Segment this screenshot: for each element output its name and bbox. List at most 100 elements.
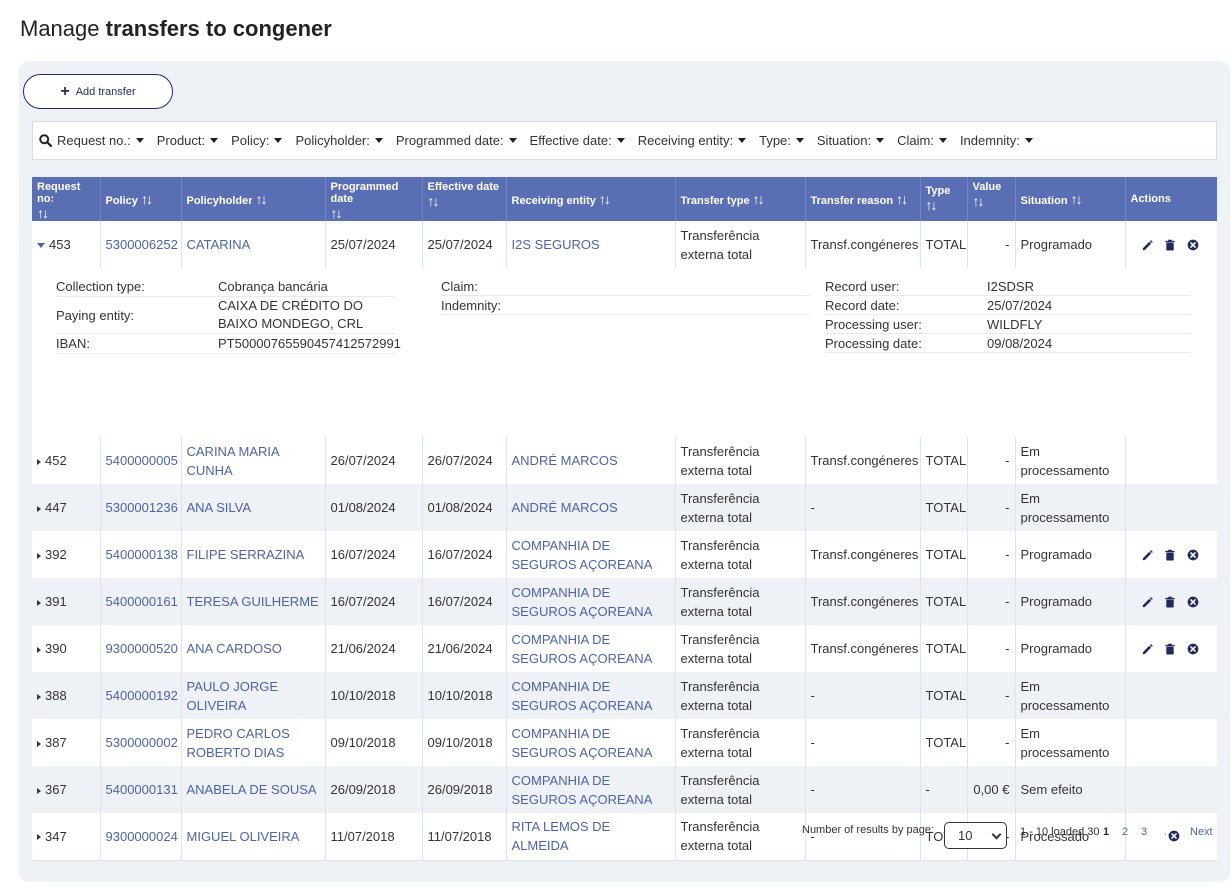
pencil-icon[interactable] [1141,549,1153,561]
caret-right-icon[interactable] [37,740,41,747]
sort-icon[interactable]: ↑↓ [428,193,440,209]
trash-icon[interactable] [1164,596,1176,608]
table-row[interactable]: 392 5400000138 FILIPE SERRAZINA 16/07/2024 1… [32,531,1217,578]
request-cell[interactable]: 387 [32,719,100,766]
column-header[interactable]: Value ↑↓ [966,177,1015,221]
caret-down-icon[interactable] [37,243,45,249]
table-row[interactable]: 367 5400000131 ANABELA DE SOUSA 26/09/2018 2… [32,766,1217,813]
policy-link[interactable]: 5400000005 [106,453,178,468]
filter-6[interactable]: Effective date: [530,133,625,148]
filter-8[interactable]: Type: [759,133,804,148]
table-row[interactable]: 453 5300006252 CATARINA 25/07/2024 25/07/202… [32,221,1217,268]
policy-link[interactable]: 5400000131 [106,782,178,797]
add-transfer-button[interactable]: + Add transfer [23,74,173,109]
pencil-icon[interactable] [1141,643,1153,655]
policy-link[interactable]: 5300006252 [106,237,178,252]
filter-9[interactable]: Situation: [817,133,885,148]
request-cell[interactable]: 388 [32,672,100,719]
receiving-entity-link[interactable]: COMPANHIA DE SEGUROS AÇOREANA [512,679,653,713]
filter-3[interactable]: Policy: [231,133,283,148]
receiving-entity-link[interactable]: ANDRÉ MARCOS [512,453,618,468]
policyholder-link[interactable]: ANABELA DE SOUSA [187,782,317,797]
table-row[interactable]: 452 5400000005 CARINA MARIA CUNHA 26/07/202… [32,437,1217,484]
column-header[interactable]: Effective date ↑↓ [421,177,506,221]
request-cell[interactable]: 453 [32,221,100,268]
page-2-link[interactable]: 2 [1122,826,1128,838]
policyholder-link[interactable]: PEDRO CARLOS ROBERTO DIAS [187,726,290,760]
caret-right-icon[interactable] [37,552,41,559]
policy-link[interactable]: 5400000138 [106,547,178,562]
sort-icon[interactable]: ↑↓ [37,205,49,221]
policyholder-link[interactable]: CARINA MARIA CUNHA [187,444,279,478]
sort-icon[interactable]: ↑↓ [753,191,765,207]
close-circle-icon[interactable] [1187,596,1199,608]
column-header[interactable]: Type ↑↓ [919,177,967,221]
trash-icon[interactable] [1164,643,1176,655]
column-header[interactable]: Request no: ↑↓ [32,177,100,221]
filter-1[interactable]: Request no.: [39,133,144,148]
page-size-select[interactable]: 10 [944,822,1007,849]
sort-icon[interactable]: ↑↓ [331,205,343,221]
detail-value[interactable]: CAIXA DE CRÉDITO DO BAIXO MONDEGO, CRL [218,297,395,333]
receiving-entity-link[interactable]: COMPANHIA DE SEGUROS AÇOREANA [512,585,653,619]
receiving-entity-link[interactable]: COMPANHIA DE SEGUROS AÇOREANA [512,632,653,666]
sort-icon[interactable]: ↑↓ [256,191,268,207]
pencil-icon[interactable] [1141,239,1153,251]
table-row[interactable]: 387 5300000002 PEDRO CARLOS ROBERTO DIAS 09… [32,719,1217,766]
policyholder-link[interactable]: TERESA GUILHERME [187,594,319,609]
caret-right-icon[interactable] [37,599,41,606]
sort-icon[interactable]: ↑↓ [599,191,611,207]
caret-right-icon[interactable] [37,458,41,465]
sort-icon[interactable]: ↑↓ [973,193,985,209]
filter-4[interactable]: Policyholder: [295,133,383,148]
policy-link[interactable]: 5400000192 [106,688,178,703]
policy-link[interactable]: 5300000002 [106,735,178,750]
policyholder-link[interactable]: ANA SILVA [187,500,252,515]
filter-7[interactable]: Receiving entity: [638,133,747,148]
receiving-entity-link[interactable]: I2S SEGUROS [512,237,600,252]
pencil-icon[interactable] [1141,596,1153,608]
request-cell[interactable]: 452 [32,437,100,484]
policyholder-link[interactable]: ANA CARDOSO [187,641,282,656]
next-page-link[interactable]: Next [1190,826,1213,838]
close-circle-icon[interactable] [1187,239,1199,251]
request-cell[interactable]: 390 [32,625,100,672]
sort-icon[interactable]: ↑↓ [141,191,153,207]
sort-icon[interactable]: ↑↓ [1071,191,1083,207]
request-cell[interactable]: 367 [32,766,100,813]
table-row[interactable]: 447 5300001236 ANA SILVA 01/08/2024 01/08/20… [32,484,1217,531]
page-1-link[interactable]: 1 [1103,826,1109,838]
table-row[interactable]: 391 5400000161 TERESA GUILHERME 16/07/2024 1… [32,578,1217,625]
request-cell[interactable]: 391 [32,578,100,625]
receiving-entity-link[interactable]: COMPANHIA DE SEGUROS AÇOREANA [512,538,653,572]
trash-icon[interactable] [1164,549,1176,561]
table-row[interactable]: 388 5400000192 PAULO JORGE OLIVEIRA 10/10/2… [32,672,1217,719]
request-cell[interactable]: 447 [32,484,100,531]
caret-right-icon[interactable] [37,693,41,700]
column-header[interactable]: Policy ↑↓ [99,177,181,221]
receiving-entity-link[interactable]: COMPANHIA DE SEGUROS AÇOREANA [512,726,653,760]
column-header[interactable]: Transfer type ↑↓ [674,177,805,221]
column-header[interactable]: Receiving entity ↑↓ [505,177,675,221]
sort-icon[interactable]: ↑↓ [896,191,908,207]
policy-link[interactable]: 9300000520 [106,641,178,656]
page-3-link[interactable]: 3 [1141,826,1147,838]
receiving-entity-link[interactable]: ANDRÉ MARCOS [512,500,618,515]
policyholder-link[interactable]: CATARINA [187,237,251,252]
filter-10[interactable]: Claim: [897,133,947,148]
policyholder-link[interactable]: FILIPE SERRAZINA [187,547,305,562]
caret-right-icon[interactable] [37,646,41,653]
table-row[interactable]: 390 9300000520 ANA CARDOSO 21/06/2024 21/06/… [32,625,1217,672]
policy-link[interactable]: 5300001236 [106,500,178,515]
filter-5[interactable]: Programmed date: [396,133,517,148]
request-cell[interactable]: 392 [32,531,100,578]
column-header[interactable]: Programmed date ↑↓ [324,177,422,221]
policyholder-link[interactable]: PAULO JORGE OLIVEIRA [187,679,279,713]
column-header[interactable]: Situation ↑↓ [1014,177,1125,221]
filter-11[interactable]: Indemnity: [960,133,1033,148]
filter-2[interactable]: Product: [157,133,219,148]
column-header[interactable]: Transfer reason ↑↓ [804,177,920,221]
caret-right-icon[interactable] [37,505,41,512]
caret-right-icon[interactable] [37,787,41,794]
trash-icon[interactable] [1164,239,1176,251]
